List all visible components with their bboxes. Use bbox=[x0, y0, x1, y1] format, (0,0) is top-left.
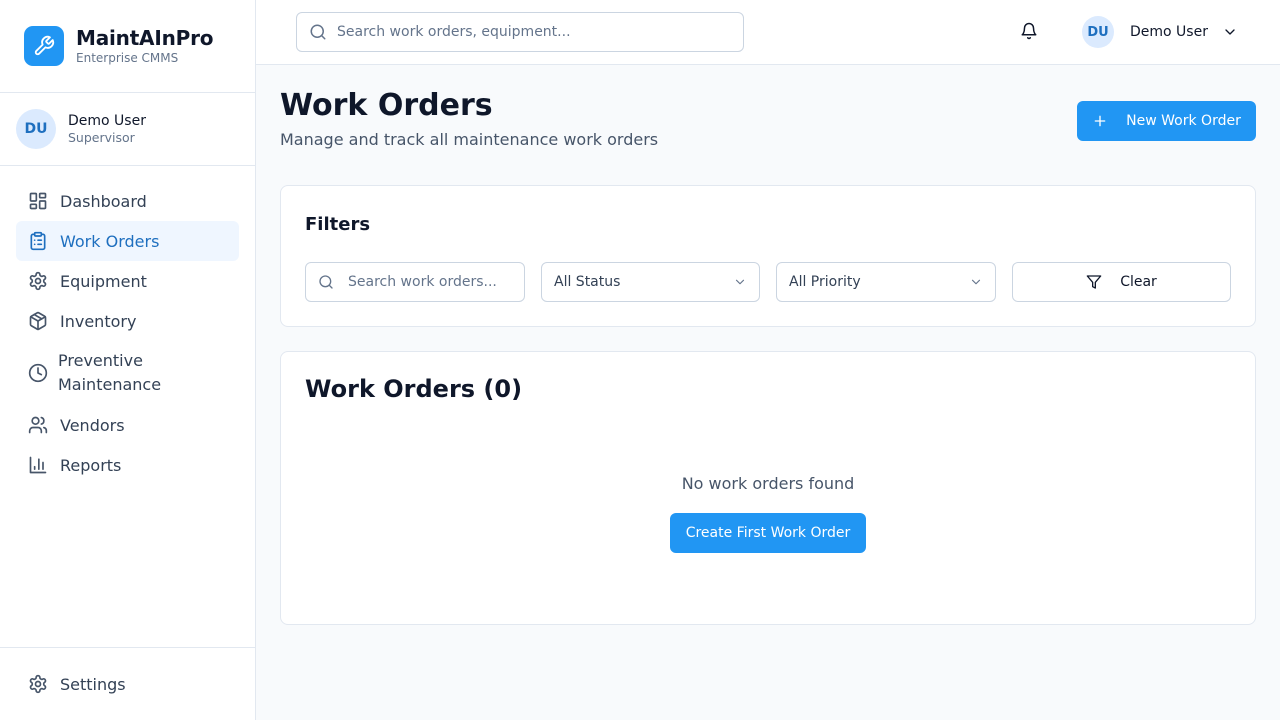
user-name: Demo User bbox=[68, 113, 146, 129]
bar-chart-icon bbox=[28, 455, 48, 475]
sidebar-item-label: Dashboard bbox=[60, 191, 147, 211]
status-select[interactable]: All Status bbox=[541, 262, 760, 302]
filter-search-input[interactable] bbox=[348, 274, 524, 290]
chevron-down-icon bbox=[969, 275, 983, 289]
sidebar-item-vendors[interactable]: Vendors bbox=[16, 405, 239, 445]
new-work-order-label: New Work Order bbox=[1126, 113, 1241, 129]
package-icon bbox=[28, 311, 48, 331]
wrench-icon bbox=[24, 26, 64, 66]
sidebar-item-label: Inventory bbox=[60, 311, 137, 331]
gear-icon bbox=[28, 674, 48, 694]
global-search[interactable] bbox=[296, 12, 744, 52]
clock-icon bbox=[28, 363, 48, 383]
dashboard-icon bbox=[28, 191, 48, 211]
plus-icon bbox=[1092, 113, 1108, 129]
avatar: DU bbox=[1082, 16, 1114, 48]
gear-icon bbox=[28, 271, 48, 291]
filters-title: Filters bbox=[305, 214, 371, 235]
sidebar-item-label: Equipment bbox=[60, 271, 147, 291]
user-menu-name: Demo User bbox=[1130, 24, 1208, 40]
sidebar-item-work-orders[interactable]: Work Orders bbox=[16, 221, 239, 261]
user-role: Supervisor bbox=[68, 130, 135, 145]
sidebar-item-label-line1: Preventive bbox=[58, 351, 143, 370]
bell-icon[interactable] bbox=[1020, 22, 1040, 42]
clear-filters-label: Clear bbox=[1120, 274, 1157, 290]
avatar: DU bbox=[16, 109, 56, 149]
sidebar-user: DU Demo User Supervisor bbox=[0, 93, 255, 166]
sidebar: MaintAInPro Enterprise CMMS DU Demo User… bbox=[0, 0, 256, 720]
sidebar-item-dashboard[interactable]: Dashboard bbox=[16, 181, 239, 221]
users-icon bbox=[28, 415, 48, 435]
priority-select-value: All Priority bbox=[789, 274, 861, 290]
chevron-down-icon bbox=[1222, 24, 1238, 40]
new-work-order-button[interactable]: New Work Order bbox=[1077, 101, 1256, 141]
sidebar-footer: Settings bbox=[0, 647, 256, 720]
sidebar-item-equipment[interactable]: Equipment bbox=[16, 261, 239, 301]
sidebar-item-preventive-maintenance[interactable]: Preventive Maintenance bbox=[16, 341, 239, 405]
sidebar-item-label: Vendors bbox=[60, 415, 125, 435]
filter-icon bbox=[1086, 274, 1102, 290]
sidebar-item-label: Reports bbox=[60, 455, 122, 475]
sidebar-item-label: Work Orders bbox=[60, 231, 160, 251]
user-menu[interactable]: DU Demo User bbox=[1082, 16, 1238, 48]
brand-name: MaintAInPro bbox=[76, 26, 214, 50]
search-icon bbox=[318, 274, 334, 290]
brand[interactable]: MaintAInPro Enterprise CMMS bbox=[0, 0, 255, 93]
sidebar-item-inventory[interactable]: Inventory bbox=[16, 301, 239, 341]
global-search-input[interactable] bbox=[337, 24, 743, 40]
page-subtitle: Manage and track all maintenance work or… bbox=[280, 130, 659, 149]
chevron-down-icon bbox=[733, 275, 747, 289]
priority-select[interactable]: All Priority bbox=[776, 262, 996, 302]
empty-state-message: No work orders found bbox=[681, 474, 855, 493]
sidebar-item-label: Settings bbox=[60, 674, 126, 694]
brand-subtitle: Enterprise CMMS bbox=[76, 51, 179, 65]
sidebar-item-reports[interactable]: Reports bbox=[16, 445, 239, 485]
work-orders-list-card: Work Orders (0) No work orders found Cre… bbox=[280, 351, 1256, 625]
filters-card: Filters All Status All Priority Clear bbox=[280, 185, 1256, 327]
sidebar-item-label-line2: Maintenance bbox=[58, 375, 162, 394]
page-title: Work Orders bbox=[280, 88, 493, 123]
sidebar-item-settings[interactable]: Settings bbox=[16, 664, 256, 704]
create-first-work-order-button[interactable]: Create First Work Order bbox=[670, 513, 866, 553]
filter-search[interactable] bbox=[305, 262, 525, 302]
sidebar-item-label: Preventive Maintenance bbox=[58, 349, 161, 397]
work-orders-list-title: Work Orders (0) bbox=[305, 375, 523, 403]
search-icon bbox=[309, 23, 327, 41]
topbar: DU Demo User bbox=[256, 0, 1280, 65]
sidebar-nav: Dashboard Work Orders Equipment Inventor… bbox=[16, 181, 239, 485]
clipboard-icon bbox=[28, 231, 48, 251]
status-select-value: All Status bbox=[554, 274, 621, 290]
clear-filters-button[interactable]: Clear bbox=[1012, 262, 1231, 302]
